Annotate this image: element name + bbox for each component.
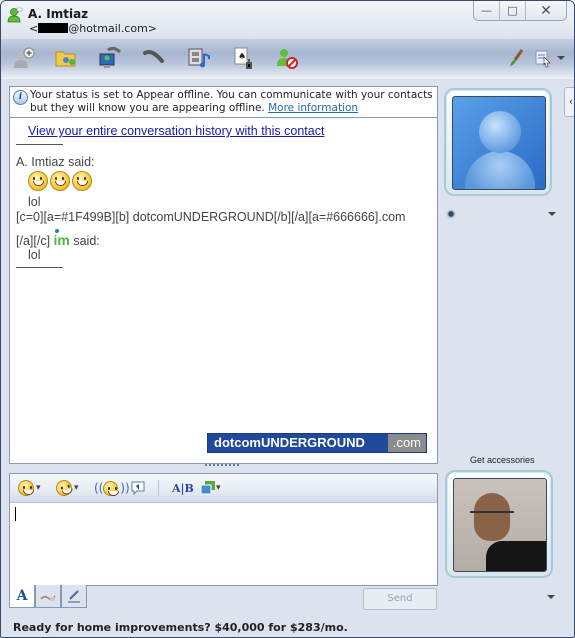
my-picture-menu-arrow[interactable] xyxy=(547,595,555,599)
background-icon xyxy=(200,481,215,495)
dotcomunderground-banner[interactable]: dotcomUNDERGROUND .com xyxy=(207,433,427,453)
collapse-sidebar-button[interactable]: ‹ xyxy=(564,87,574,117)
tab-text-mode[interactable]: A xyxy=(9,585,35,608)
message-sender: [c=0][a=#1F499B][b] dotcomUNDERGROUND[/b… xyxy=(16,210,406,224)
banner-main-text: dotcomUNDERGROUND xyxy=(208,434,388,452)
get-accessories-link[interactable]: Get accessories xyxy=(470,455,535,465)
input-toolbar: ▾ ▾ (()) A|B ▾ xyxy=(10,474,437,503)
contact-picture-menu-arrow[interactable] xyxy=(548,212,556,216)
share-files-button[interactable] xyxy=(53,46,79,70)
tab-handwriting-mode[interactable] xyxy=(35,585,61,608)
wink-icon xyxy=(54,478,74,498)
maximize-button[interactable]: □ xyxy=(499,1,525,20)
redacted-text xyxy=(38,23,69,33)
pen-icon xyxy=(68,590,80,603)
media-icon xyxy=(188,48,210,68)
webcam-icon[interactable] xyxy=(446,209,456,219)
share-files-icon xyxy=(55,51,76,67)
backgrounds-button[interactable]: ▾ xyxy=(200,479,221,497)
tab-ink-mode[interactable] xyxy=(61,585,87,608)
voice-clip-icon xyxy=(131,481,145,496)
title-bar: A. Imtiaz < @hotmail.com> — □ ✕ xyxy=(1,1,574,39)
email-prefix: < xyxy=(29,22,39,35)
invite-contact-icon xyxy=(14,47,35,68)
big-smile-icon xyxy=(28,171,48,191)
message-input-area: ▾ ▾ (()) A|B ▾ xyxy=(9,473,438,586)
emoticon-row xyxy=(28,171,94,194)
status-info-bar: i Your status is set to Appear offline. … xyxy=(10,87,437,118)
photo-glasses xyxy=(470,511,514,519)
handwriting-icon xyxy=(40,595,56,601)
big-smile-icon xyxy=(50,171,70,191)
contact-display-picture[interactable] xyxy=(444,88,552,196)
sender-text: [/a][/c] xyxy=(16,234,51,248)
minimize-button[interactable]: — xyxy=(474,1,499,20)
close-icon: ✕ xyxy=(540,2,552,19)
minimize-icon: — xyxy=(481,4,492,17)
video-call-icon xyxy=(99,46,122,68)
theme-button[interactable] xyxy=(504,46,530,70)
conversation-history[interactable]: i Your status is set to Appear offline. … xyxy=(9,86,438,464)
info-icon: i xyxy=(13,90,28,105)
phone-icon xyxy=(143,50,164,63)
contact-email: < @hotmail.com> xyxy=(29,22,157,35)
games-icon: ♠ xyxy=(234,47,252,69)
conversation-window: A. Imtiaz < @hotmail.com> — □ ✕ ♠ i Your… xyxy=(0,0,575,638)
nudge-icon xyxy=(103,480,120,496)
paintbrush-icon xyxy=(510,49,524,66)
invite-contact-button[interactable] xyxy=(11,46,37,70)
advertisement-text[interactable]: Ready for home improvements? $40,000 for… xyxy=(13,621,348,634)
divider xyxy=(16,267,63,268)
send-button[interactable]: Send xyxy=(363,588,437,610)
menu-icon xyxy=(535,50,551,68)
share-media-button[interactable] xyxy=(186,46,212,70)
font-button[interactable]: A|B xyxy=(172,479,194,497)
toolbar-separator xyxy=(158,480,159,496)
conversation-history-link[interactable]: View your entire conversation history wi… xyxy=(28,124,324,138)
winks-button[interactable]: ▾ xyxy=(54,478,79,498)
voice-call-button[interactable] xyxy=(141,46,167,70)
smiley-icon xyxy=(18,480,34,496)
window-controls: — □ ✕ xyxy=(473,1,567,21)
nudge-button[interactable]: (()) xyxy=(94,479,130,497)
chevron-down-icon xyxy=(557,56,565,60)
contact-status-icon xyxy=(7,7,23,23)
show-menu-button[interactable] xyxy=(533,46,565,70)
input-mode-tabs: A xyxy=(9,585,87,608)
pane-splitter-handle[interactable] xyxy=(205,464,239,470)
font-a-icon: A xyxy=(16,588,28,604)
avatar-head xyxy=(479,111,521,153)
user-photo xyxy=(453,478,547,572)
maximize-icon: □ xyxy=(507,4,518,17)
avatar-body xyxy=(465,151,535,189)
close-button[interactable]: ✕ xyxy=(525,1,566,20)
voice-clip-button[interactable] xyxy=(130,479,146,497)
msn-im-logo-icon: im xyxy=(53,232,70,248)
info-message: Your status is set to Appear offline. Yo… xyxy=(30,89,433,114)
divider xyxy=(16,144,63,145)
my-display-picture[interactable] xyxy=(445,470,553,578)
big-smile-icon xyxy=(72,171,92,191)
contact-name: A. Imtiaz xyxy=(28,7,89,21)
emoticons-button[interactable]: ▾ xyxy=(18,479,41,497)
games-button[interactable]: ♠ xyxy=(230,46,256,70)
block-contact-icon xyxy=(277,49,298,69)
main-toolbar: ♠ xyxy=(1,39,574,79)
block-contact-button[interactable] xyxy=(274,46,300,70)
default-user-avatar xyxy=(452,96,546,190)
svg-text:♠: ♠ xyxy=(238,52,246,62)
message-sender: A. Imtiaz said: xyxy=(16,155,95,169)
message-text: lol xyxy=(28,195,41,209)
email-suffix: @hotmail.com> xyxy=(68,22,158,35)
video-call-button[interactable] xyxy=(97,46,123,70)
font-icon: A|B xyxy=(172,481,194,495)
message-sender-continued: [/a][/c] im said: xyxy=(16,232,100,248)
more-information-link[interactable]: More information xyxy=(268,102,358,114)
photo-shirt xyxy=(486,541,546,571)
message-text: lol xyxy=(28,248,41,262)
banner-suffix-text: .com xyxy=(387,434,426,452)
message-input[interactable] xyxy=(10,503,437,585)
said-text: said: xyxy=(69,234,100,248)
